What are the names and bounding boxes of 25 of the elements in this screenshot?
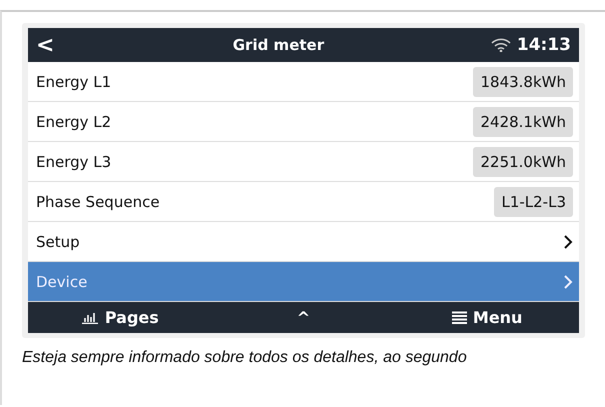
row-label: Energy L2 bbox=[36, 112, 112, 130]
chevron-right-icon bbox=[563, 234, 573, 250]
clock: 14:13 bbox=[516, 35, 571, 55]
menu-button[interactable]: Menu bbox=[446, 307, 528, 328]
list-row[interactable]: Phase Sequence L1-L2-L3 bbox=[28, 182, 579, 222]
list-row[interactable]: Energy L1 1843.8kWh bbox=[28, 62, 579, 102]
value-badge: 1843.8kWh bbox=[473, 66, 573, 96]
up-button[interactable]: ^ bbox=[290, 307, 316, 328]
pages-button[interactable]: Pages bbox=[74, 307, 165, 328]
wifi-icon bbox=[490, 38, 511, 52]
list-row[interactable]: Energy L3 2251.0kWh bbox=[28, 142, 579, 182]
row-label: Energy L1 bbox=[36, 72, 112, 90]
list-row[interactable]: Energy L2 2428.1kWh bbox=[28, 102, 579, 142]
bar-chart-icon bbox=[80, 312, 99, 324]
list-row[interactable]: Setup bbox=[28, 222, 579, 262]
caption: Esteja sempre informado sobre todos os detalhes, ao segundo bbox=[22, 348, 468, 368]
value-badge: L1-L2-L3 bbox=[494, 186, 573, 216]
row-label: Phase Sequence bbox=[36, 192, 161, 210]
row-label: Energy L3 bbox=[36, 152, 112, 170]
window-title: Grid meter bbox=[232, 36, 326, 54]
chevron-right-icon bbox=[563, 274, 573, 290]
value-badge: 2428.1kWh bbox=[473, 106, 573, 136]
back-button[interactable]: < bbox=[36, 32, 66, 58]
value-badge: 2251.0kWh bbox=[473, 146, 573, 176]
menu-icon bbox=[452, 311, 467, 324]
